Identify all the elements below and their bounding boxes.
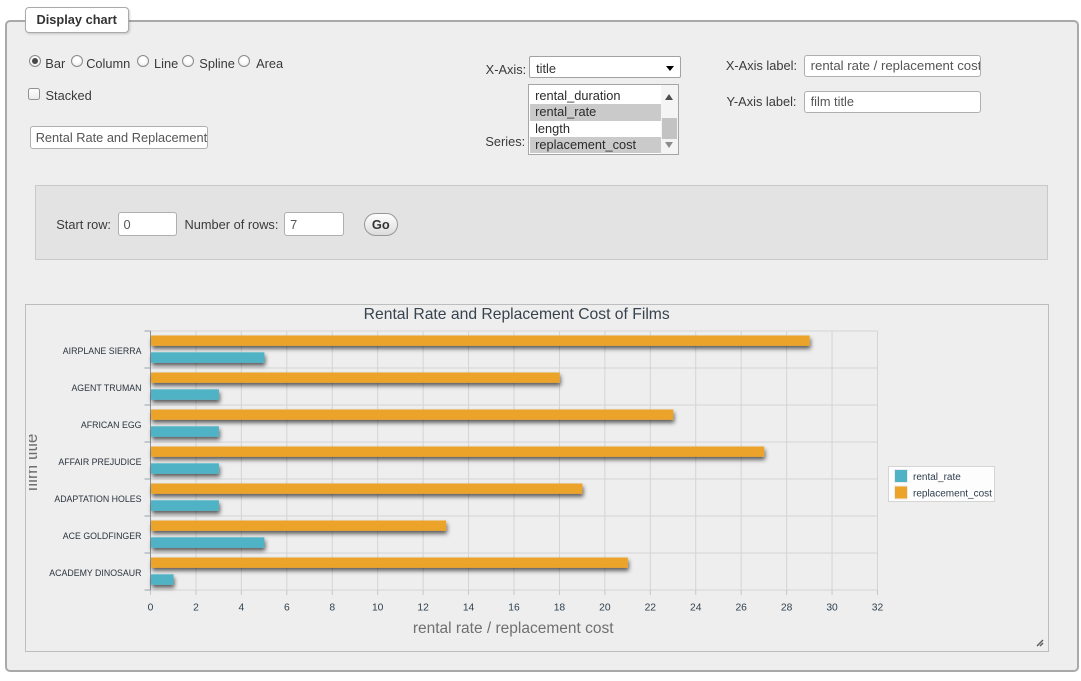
svg-text:32: 32	[872, 603, 884, 614]
svg-text:AIRPLANE SIERRA: AIRPLANE SIERRA	[63, 346, 142, 356]
svg-text:26: 26	[735, 603, 747, 614]
svg-text:18: 18	[554, 603, 566, 614]
svg-text:12: 12	[417, 603, 429, 614]
svg-text:14: 14	[463, 603, 475, 614]
svg-text:28: 28	[781, 603, 793, 614]
svg-text:AFFAIR PREJUDICE: AFFAIR PREJUDICE	[58, 457, 141, 467]
svg-text:4: 4	[239, 603, 245, 614]
svg-text:ACADEMY DINOSAUR: ACADEMY DINOSAUR	[49, 568, 141, 578]
svg-text:rental_rate: rental_rate	[913, 472, 961, 483]
svg-text:16: 16	[508, 603, 520, 614]
svg-text:8: 8	[329, 603, 335, 614]
svg-text:24: 24	[690, 603, 702, 614]
svg-text:AGENT TRUMAN: AGENT TRUMAN	[71, 383, 141, 393]
svg-text:22: 22	[645, 603, 657, 614]
svg-text:2: 2	[193, 603, 199, 614]
svg-text:20: 20	[599, 603, 611, 614]
svg-text:AFRICAN EGG: AFRICAN EGG	[81, 420, 142, 430]
svg-text:rental rate / replacement cost: rental rate / replacement cost	[413, 620, 614, 637]
svg-text:6: 6	[284, 603, 290, 614]
svg-text:0: 0	[148, 603, 154, 614]
svg-text:Rental Rate and Replacement Co: Rental Rate and Replacement Cost of Film…	[364, 306, 670, 323]
svg-text:10: 10	[372, 603, 384, 614]
svg-text:30: 30	[826, 603, 838, 614]
svg-text:ACE GOLDFINGER: ACE GOLDFINGER	[63, 531, 142, 541]
svg-text:film title: film title	[29, 434, 41, 492]
svg-text:replacement_cost: replacement_cost	[913, 489, 992, 500]
svg-text:ADAPTATION HOLES: ADAPTATION HOLES	[54, 494, 141, 504]
